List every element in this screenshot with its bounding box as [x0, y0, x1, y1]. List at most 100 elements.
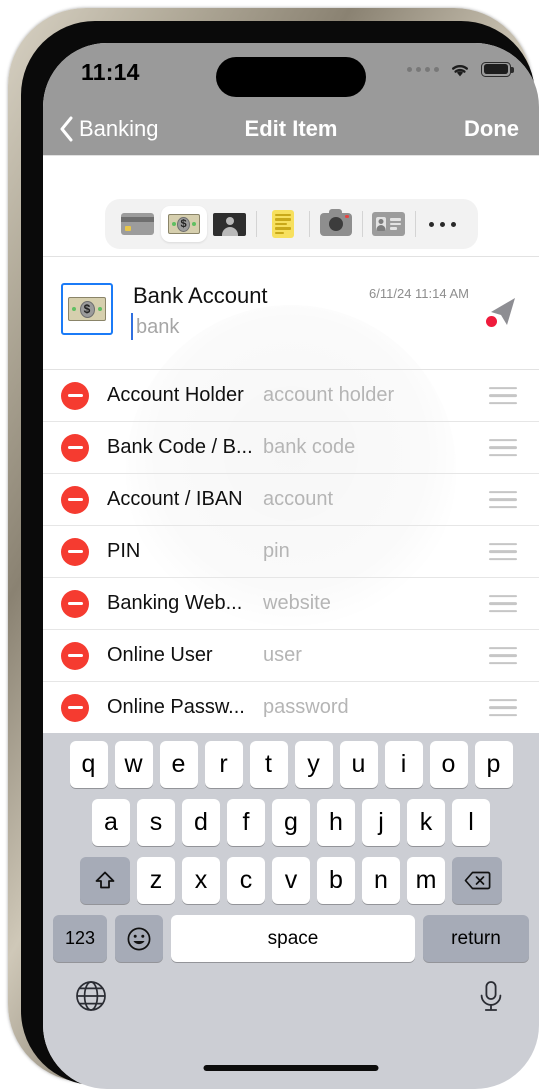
shift-key[interactable] [80, 857, 130, 904]
person-photo-button[interactable] [207, 206, 253, 242]
toolbar-divider [414, 211, 416, 237]
key-e[interactable]: e [159, 741, 198, 788]
backspace-key[interactable] [452, 857, 502, 904]
status-indicators [407, 60, 514, 78]
onscreen-keyboard: q w e r t y u i o p a s d f g h j k l z … [43, 733, 539, 1089]
reorder-grip-icon[interactable] [489, 594, 517, 613]
toolbar-divider [361, 211, 363, 237]
table-row[interactable]: Banking Web... website [43, 578, 539, 630]
key-u[interactable]: u [339, 741, 378, 788]
page-title: Edit Item [244, 116, 338, 141]
key-i[interactable]: i [384, 741, 423, 788]
table-row[interactable]: Online User user [43, 630, 539, 682]
key-n[interactable]: n [362, 857, 400, 904]
table-row[interactable]: PIN pin [43, 526, 539, 578]
minus-circle-icon[interactable] [61, 693, 89, 722]
credit-card-button[interactable] [115, 206, 161, 242]
key-f[interactable]: f [227, 799, 265, 846]
banknote-button[interactable]: $ [160, 206, 207, 242]
id-card-button[interactable] [366, 206, 412, 242]
edit-item-content: $ $ Bank Account bank 6/11/24 11:14 AM A… [43, 155, 539, 733]
key-p[interactable]: p [474, 741, 513, 788]
reorder-grip-icon[interactable] [489, 542, 517, 561]
key-b[interactable]: b [317, 857, 355, 904]
table-row[interactable]: Online Passw... password [43, 682, 539, 733]
item-header: $ Bank Account bank 6/11/24 11:14 AM [43, 270, 539, 358]
key-l[interactable]: l [452, 799, 490, 846]
dynamic-island [216, 57, 366, 97]
minus-circle-icon[interactable] [61, 641, 89, 670]
camera-icon [319, 208, 352, 236]
field-label: Account Holder [107, 384, 244, 406]
field-label: PIN [107, 540, 141, 562]
reorder-grip-icon[interactable] [489, 386, 517, 405]
reorder-grip-icon[interactable] [489, 698, 517, 717]
table-row[interactable]: Bank Code / B... bank code [43, 422, 539, 474]
minus-circle-icon[interactable] [61, 433, 89, 462]
minus-circle-icon[interactable] [61, 381, 89, 410]
return-key[interactable]: return [423, 915, 529, 962]
key-x[interactable]: x [182, 857, 220, 904]
navigation-bar: Banking Edit Item Done [43, 103, 539, 155]
chevron-left-icon [60, 116, 73, 142]
key-j[interactable]: j [362, 799, 400, 846]
camera-button[interactable] [313, 206, 359, 242]
key-c[interactable]: c [227, 857, 265, 904]
yellow-note-icon [271, 210, 294, 238]
key-v[interactable]: v [272, 857, 310, 904]
field-label: Banking Web... [107, 592, 243, 614]
ellipsis-icon[interactable] [419, 221, 468, 227]
microphone-icon[interactable] [471, 976, 511, 1016]
keyboard-bottom-bar [43, 962, 539, 1089]
key-m[interactable]: m [407, 857, 445, 904]
key-t[interactable]: t [249, 741, 288, 788]
key-q[interactable]: q [69, 741, 108, 788]
reorder-grip-icon[interactable] [489, 438, 517, 457]
key-o[interactable]: o [429, 741, 468, 788]
reorder-grip-icon[interactable] [489, 490, 517, 509]
phone-bezel: 11:14 Banking Edit Item Done $ $ Bank Ac… [21, 21, 539, 1089]
note-button[interactable] [260, 206, 306, 242]
field-label: Bank Code / B... [107, 436, 253, 458]
home-indicator [203, 1065, 379, 1071]
done-button[interactable]: Done [464, 116, 519, 142]
key-s[interactable]: s [137, 799, 175, 846]
minus-circle-icon[interactable] [61, 589, 89, 618]
keyboard-row-2: a s d f g h j k l [43, 799, 539, 846]
keyboard-row-1: q w e r t y u i o p [43, 741, 539, 788]
key-z[interactable]: z [137, 857, 175, 904]
table-row[interactable]: Account Holder account holder [43, 370, 539, 422]
key-y[interactable]: y [294, 741, 333, 788]
send-arrow-icon[interactable] [481, 292, 523, 334]
minus-circle-icon[interactable] [61, 537, 89, 566]
key-k[interactable]: k [407, 799, 445, 846]
keyboard-row-4: 123 space return [43, 915, 539, 962]
screenshot-stage: 11:14 Banking Edit Item Done $ $ Bank Ac… [0, 0, 540, 1090]
back-button[interactable]: Banking [59, 116, 159, 142]
wifi-icon [452, 64, 468, 77]
item-thumbnail[interactable]: $ [61, 283, 113, 335]
minus-circle-icon[interactable] [61, 485, 89, 514]
key-g[interactable]: g [272, 799, 310, 846]
globe-icon[interactable] [71, 976, 111, 1016]
keyboard-row-3: z x c v b n m [43, 857, 539, 904]
field-label: Online User [107, 644, 213, 666]
key-w[interactable]: w [114, 741, 153, 788]
banknote-icon: $ [68, 297, 106, 321]
backspace-icon [464, 871, 490, 890]
emoji-key[interactable] [115, 915, 163, 962]
phone-frame: 11:14 Banking Edit Item Done $ $ Bank Ac… [8, 8, 539, 1089]
divider [43, 256, 539, 257]
key-h[interactable]: h [317, 799, 355, 846]
divider [43, 155, 539, 156]
reorder-grip-icon[interactable] [489, 646, 517, 665]
key-r[interactable]: r [204, 741, 243, 788]
field-label: Online Passw... [107, 696, 245, 718]
table-row[interactable]: Account / IBAN account [43, 474, 539, 526]
item-subtitle-input[interactable]: bank [131, 313, 521, 341]
numbers-key[interactable]: 123 [53, 915, 107, 962]
space-key[interactable]: space [171, 915, 415, 962]
key-d[interactable]: d [182, 799, 220, 846]
key-a[interactable]: a [92, 799, 130, 846]
credit-card-icon [121, 213, 154, 235]
